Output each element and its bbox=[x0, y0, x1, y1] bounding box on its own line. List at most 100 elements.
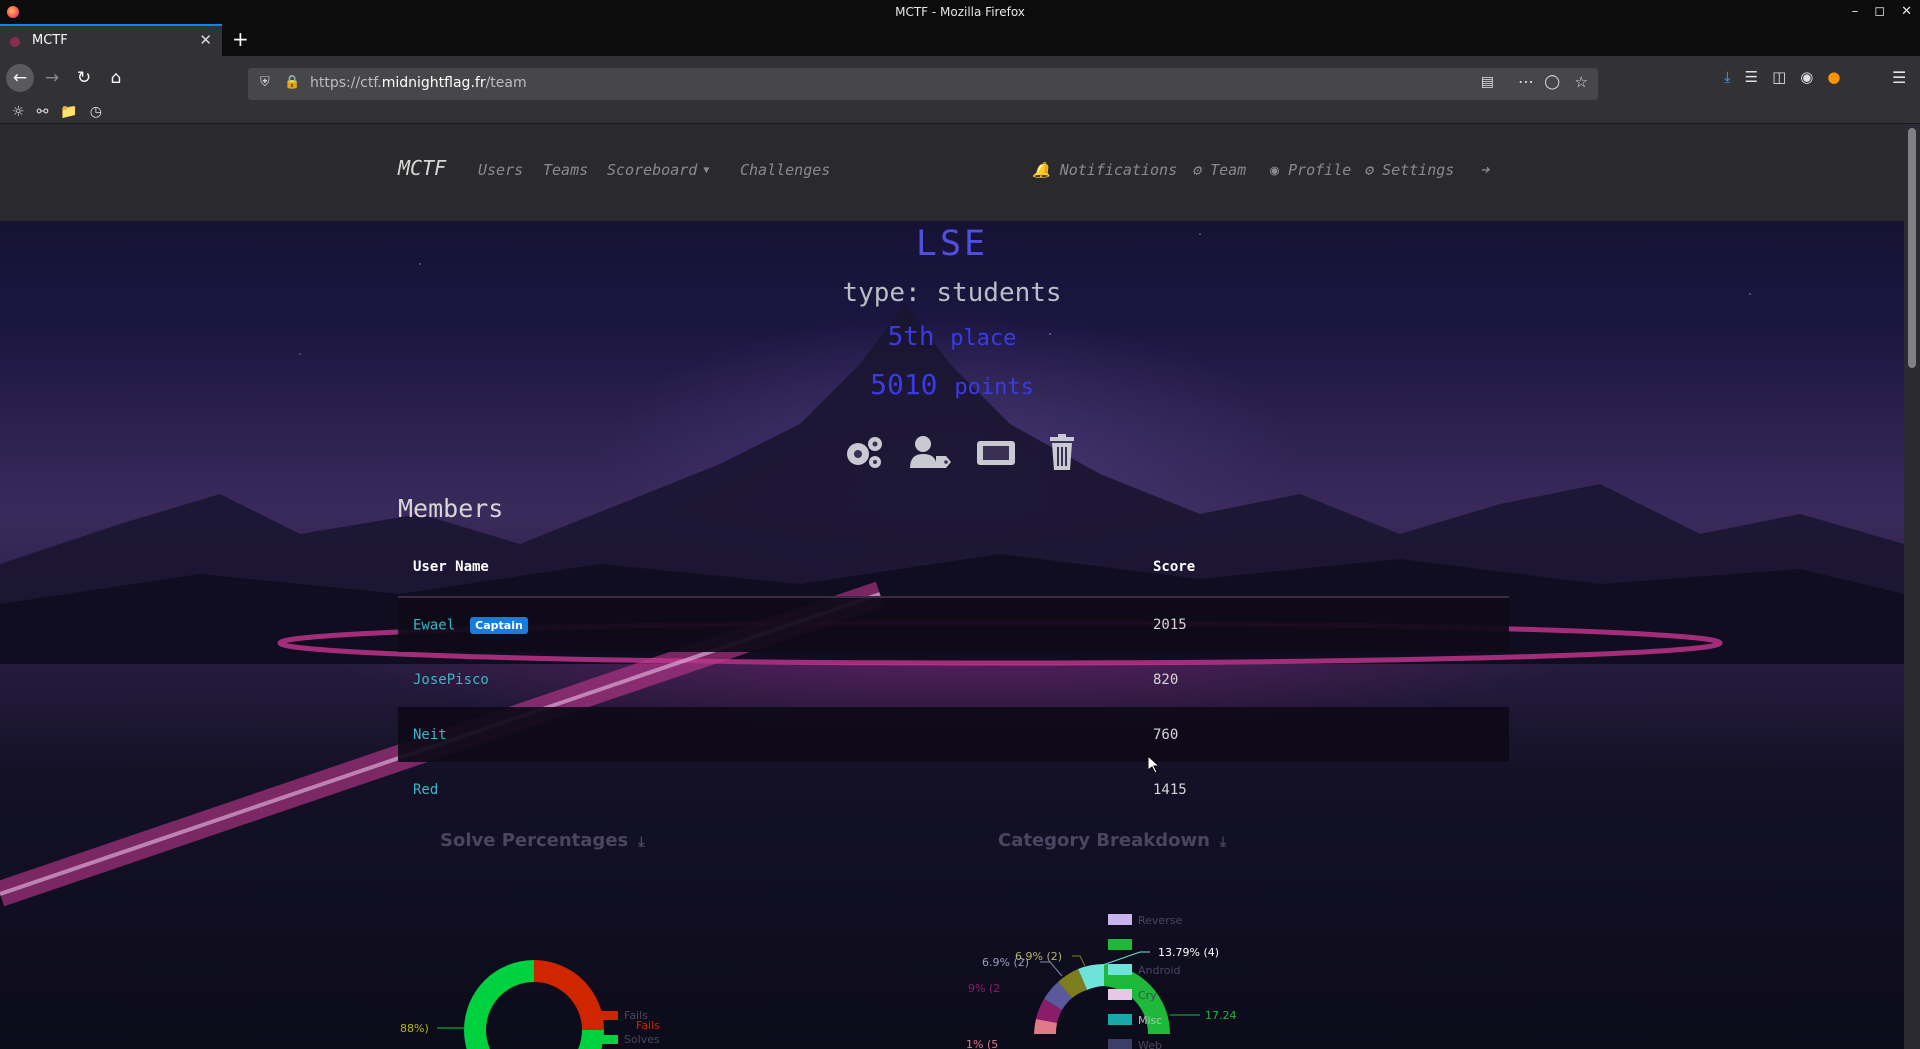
url-text[interactable]: https://ctf.midnightflag.fr/team bbox=[310, 75, 527, 91]
members-table: User Name Score Ewael Captain 2015 JosePi… bbox=[398, 537, 1509, 817]
member-name-cell: Neit bbox=[398, 707, 1138, 762]
new-tab-icon[interactable]: + bbox=[232, 27, 249, 51]
member-link[interactable]: Neit bbox=[413, 727, 447, 743]
account-icon[interactable]: ◉ bbox=[1800, 68, 1813, 86]
page-content: MCTF Users Teams Scoreboard ▼ Challenges … bbox=[0, 124, 1904, 1049]
nav-challenges[interactable]: Challenges bbox=[740, 161, 830, 179]
tracking-shield-icon[interactable]: ⛨ bbox=[260, 75, 270, 90]
lock-icon[interactable]: 🔒 bbox=[284, 75, 300, 90]
members-heading: Members bbox=[398, 494, 504, 523]
menu-icon[interactable]: ☰ bbox=[1892, 68, 1906, 87]
url-prefix: https://ctf. bbox=[310, 75, 382, 91]
category-breakdown-label: Category Breakdown bbox=[998, 830, 1210, 851]
download-icon[interactable]: ⤓ bbox=[1220, 834, 1226, 850]
team-points: 5010 points bbox=[0, 368, 1904, 401]
url-path: /team bbox=[485, 75, 527, 91]
downloads-icon[interactable]: ⤓ bbox=[1724, 68, 1731, 86]
nav-profile-label: Profile bbox=[1288, 161, 1352, 179]
nav-scoreboard[interactable]: Scoreboard ▼ bbox=[607, 161, 709, 179]
bookmark-folder-icon[interactable]: 📁 bbox=[60, 100, 77, 123]
table-row: Red 1415 bbox=[398, 762, 1509, 817]
bookmark-history-icon[interactable]: ◷ bbox=[90, 100, 102, 123]
maximize-icon[interactable]: ◻ bbox=[1874, 0, 1885, 24]
column-header-score: Score bbox=[1138, 537, 1509, 598]
nav-notifications[interactable]: 🔔 Notifications bbox=[1032, 161, 1177, 179]
nav-users[interactable]: Users bbox=[478, 161, 523, 179]
back-icon[interactable]: ← bbox=[6, 64, 34, 92]
url-bar[interactable]: ⛨ 🔒 https://ctf.midnightflag.fr/team ▤ ⋯… bbox=[248, 68, 1598, 100]
table-row: JosePisco 820 bbox=[398, 652, 1509, 707]
home-icon[interactable]: ⌂ bbox=[102, 64, 130, 92]
ticket-icon[interactable] bbox=[974, 432, 1018, 472]
nav-scoreboard-label: Scoreboard bbox=[607, 161, 698, 179]
scrollbar-thumb[interactable] bbox=[1908, 128, 1916, 368]
pocket-icon[interactable]: ◯ bbox=[1544, 74, 1560, 90]
team-type: type: students bbox=[842, 278, 1062, 308]
member-score: 1415 bbox=[1153, 781, 1187, 798]
member-score: 820 bbox=[1153, 671, 1179, 688]
cogs-icon: ⚙ bbox=[1364, 161, 1374, 179]
minimize-icon[interactable]: – bbox=[1852, 0, 1859, 24]
page-actions-icon[interactable]: ⋯ bbox=[1518, 72, 1534, 91]
firefox-logo-icon bbox=[7, 6, 19, 18]
tab-bar: MCTF ✕ + bbox=[0, 24, 1920, 56]
tab-mctf[interactable]: MCTF ✕ bbox=[0, 24, 222, 56]
logout-icon[interactable]: ➜ bbox=[1480, 161, 1489, 179]
url-host: midnightflag.fr bbox=[381, 75, 486, 91]
nav-teams[interactable]: Teams bbox=[543, 161, 588, 179]
team-points-word: points bbox=[954, 375, 1034, 400]
team-place-number: 5th bbox=[887, 322, 935, 352]
captain-badge: Captain bbox=[470, 616, 528, 634]
reader-view-icon[interactable]: ▤ bbox=[1481, 74, 1494, 90]
bookmark-incognito-icon[interactable]: ⚯ bbox=[37, 100, 49, 123]
page-scrollbar[interactable] bbox=[1904, 124, 1920, 1049]
team-place-word: place bbox=[950, 326, 1017, 351]
favicon-icon bbox=[10, 37, 20, 47]
team-place: 5th place bbox=[0, 322, 1904, 352]
window-title: MCTF - Mozilla Firefox bbox=[895, 5, 1025, 19]
nav-settings-label: Settings bbox=[1382, 161, 1455, 179]
chevron-down-icon: ▼ bbox=[703, 165, 710, 176]
nav-profile[interactable]: ◉ Profile bbox=[1270, 161, 1351, 179]
site-brand[interactable]: MCTF bbox=[398, 156, 446, 180]
close-tab-icon[interactable]: ✕ bbox=[199, 31, 212, 49]
category-breakdown-title: Category Breakdown ⤓ bbox=[998, 830, 1226, 851]
site-navbar: MCTF Users Teams Scoreboard ▼ Challenges … bbox=[0, 124, 1904, 221]
table-row: Ewael Captain 2015 bbox=[398, 597, 1509, 652]
solve-percentages-label: Solve Percentages bbox=[440, 830, 629, 851]
table-row: Neit 760 bbox=[398, 707, 1509, 762]
extension-icon[interactable]: ● bbox=[1827, 68, 1840, 86]
member-score: 760 bbox=[1138, 707, 1509, 762]
forward-icon[interactable]: → bbox=[38, 64, 66, 92]
member-score: 2015 bbox=[1138, 597, 1509, 652]
user-tag-icon[interactable] bbox=[908, 432, 952, 472]
table-header-row: User Name Score bbox=[398, 537, 1509, 598]
bell-icon: 🔔 bbox=[1032, 161, 1051, 179]
tab-title: MCTF bbox=[32, 33, 68, 48]
sidebar-icon[interactable]: ◫ bbox=[1772, 68, 1786, 86]
team-name: LSE bbox=[915, 224, 989, 264]
member-link[interactable]: JosePisco bbox=[413, 672, 489, 688]
library-icon[interactable]: ☰ bbox=[1745, 68, 1758, 86]
download-icon[interactable]: ⤓ bbox=[638, 834, 644, 850]
navigation-toolbar: ← → ↻ ⌂ ⛨ 🔒 https://ctf.midnightflag.fr/… bbox=[0, 56, 1920, 100]
team-actions bbox=[842, 432, 1084, 472]
member-name-cell: Ewael Captain bbox=[398, 597, 1138, 652]
bookmark-star-icon[interactable]: ☆ bbox=[1575, 73, 1588, 91]
member-link[interactable]: Red bbox=[413, 782, 438, 798]
member-name-cell: Red bbox=[398, 762, 1138, 817]
nav-settings[interactable]: ⚙ Settings bbox=[1364, 161, 1454, 179]
member-link[interactable]: Ewael bbox=[413, 617, 455, 633]
solve-percentages-title: Solve Percentages ⤓ bbox=[440, 830, 644, 851]
trash-icon[interactable] bbox=[1040, 432, 1084, 472]
close-window-icon[interactable]: ✕ bbox=[1901, 0, 1912, 24]
nav-team[interactable]: ⚙ Team bbox=[1192, 161, 1246, 179]
nav-notifications-label: Notifications bbox=[1059, 161, 1178, 179]
column-header-username: User Name bbox=[398, 537, 1138, 598]
cogs-icon[interactable] bbox=[842, 432, 886, 472]
user-circle-icon: ◉ bbox=[1270, 161, 1280, 179]
users-icon: ⚙ bbox=[1192, 161, 1202, 179]
window-titlebar: MCTF - Mozilla Firefox – ◻ ✕ bbox=[0, 0, 1920, 24]
bookmark-settings-icon[interactable]: ☼ bbox=[12, 100, 25, 123]
reload-icon[interactable]: ↻ bbox=[70, 64, 98, 92]
